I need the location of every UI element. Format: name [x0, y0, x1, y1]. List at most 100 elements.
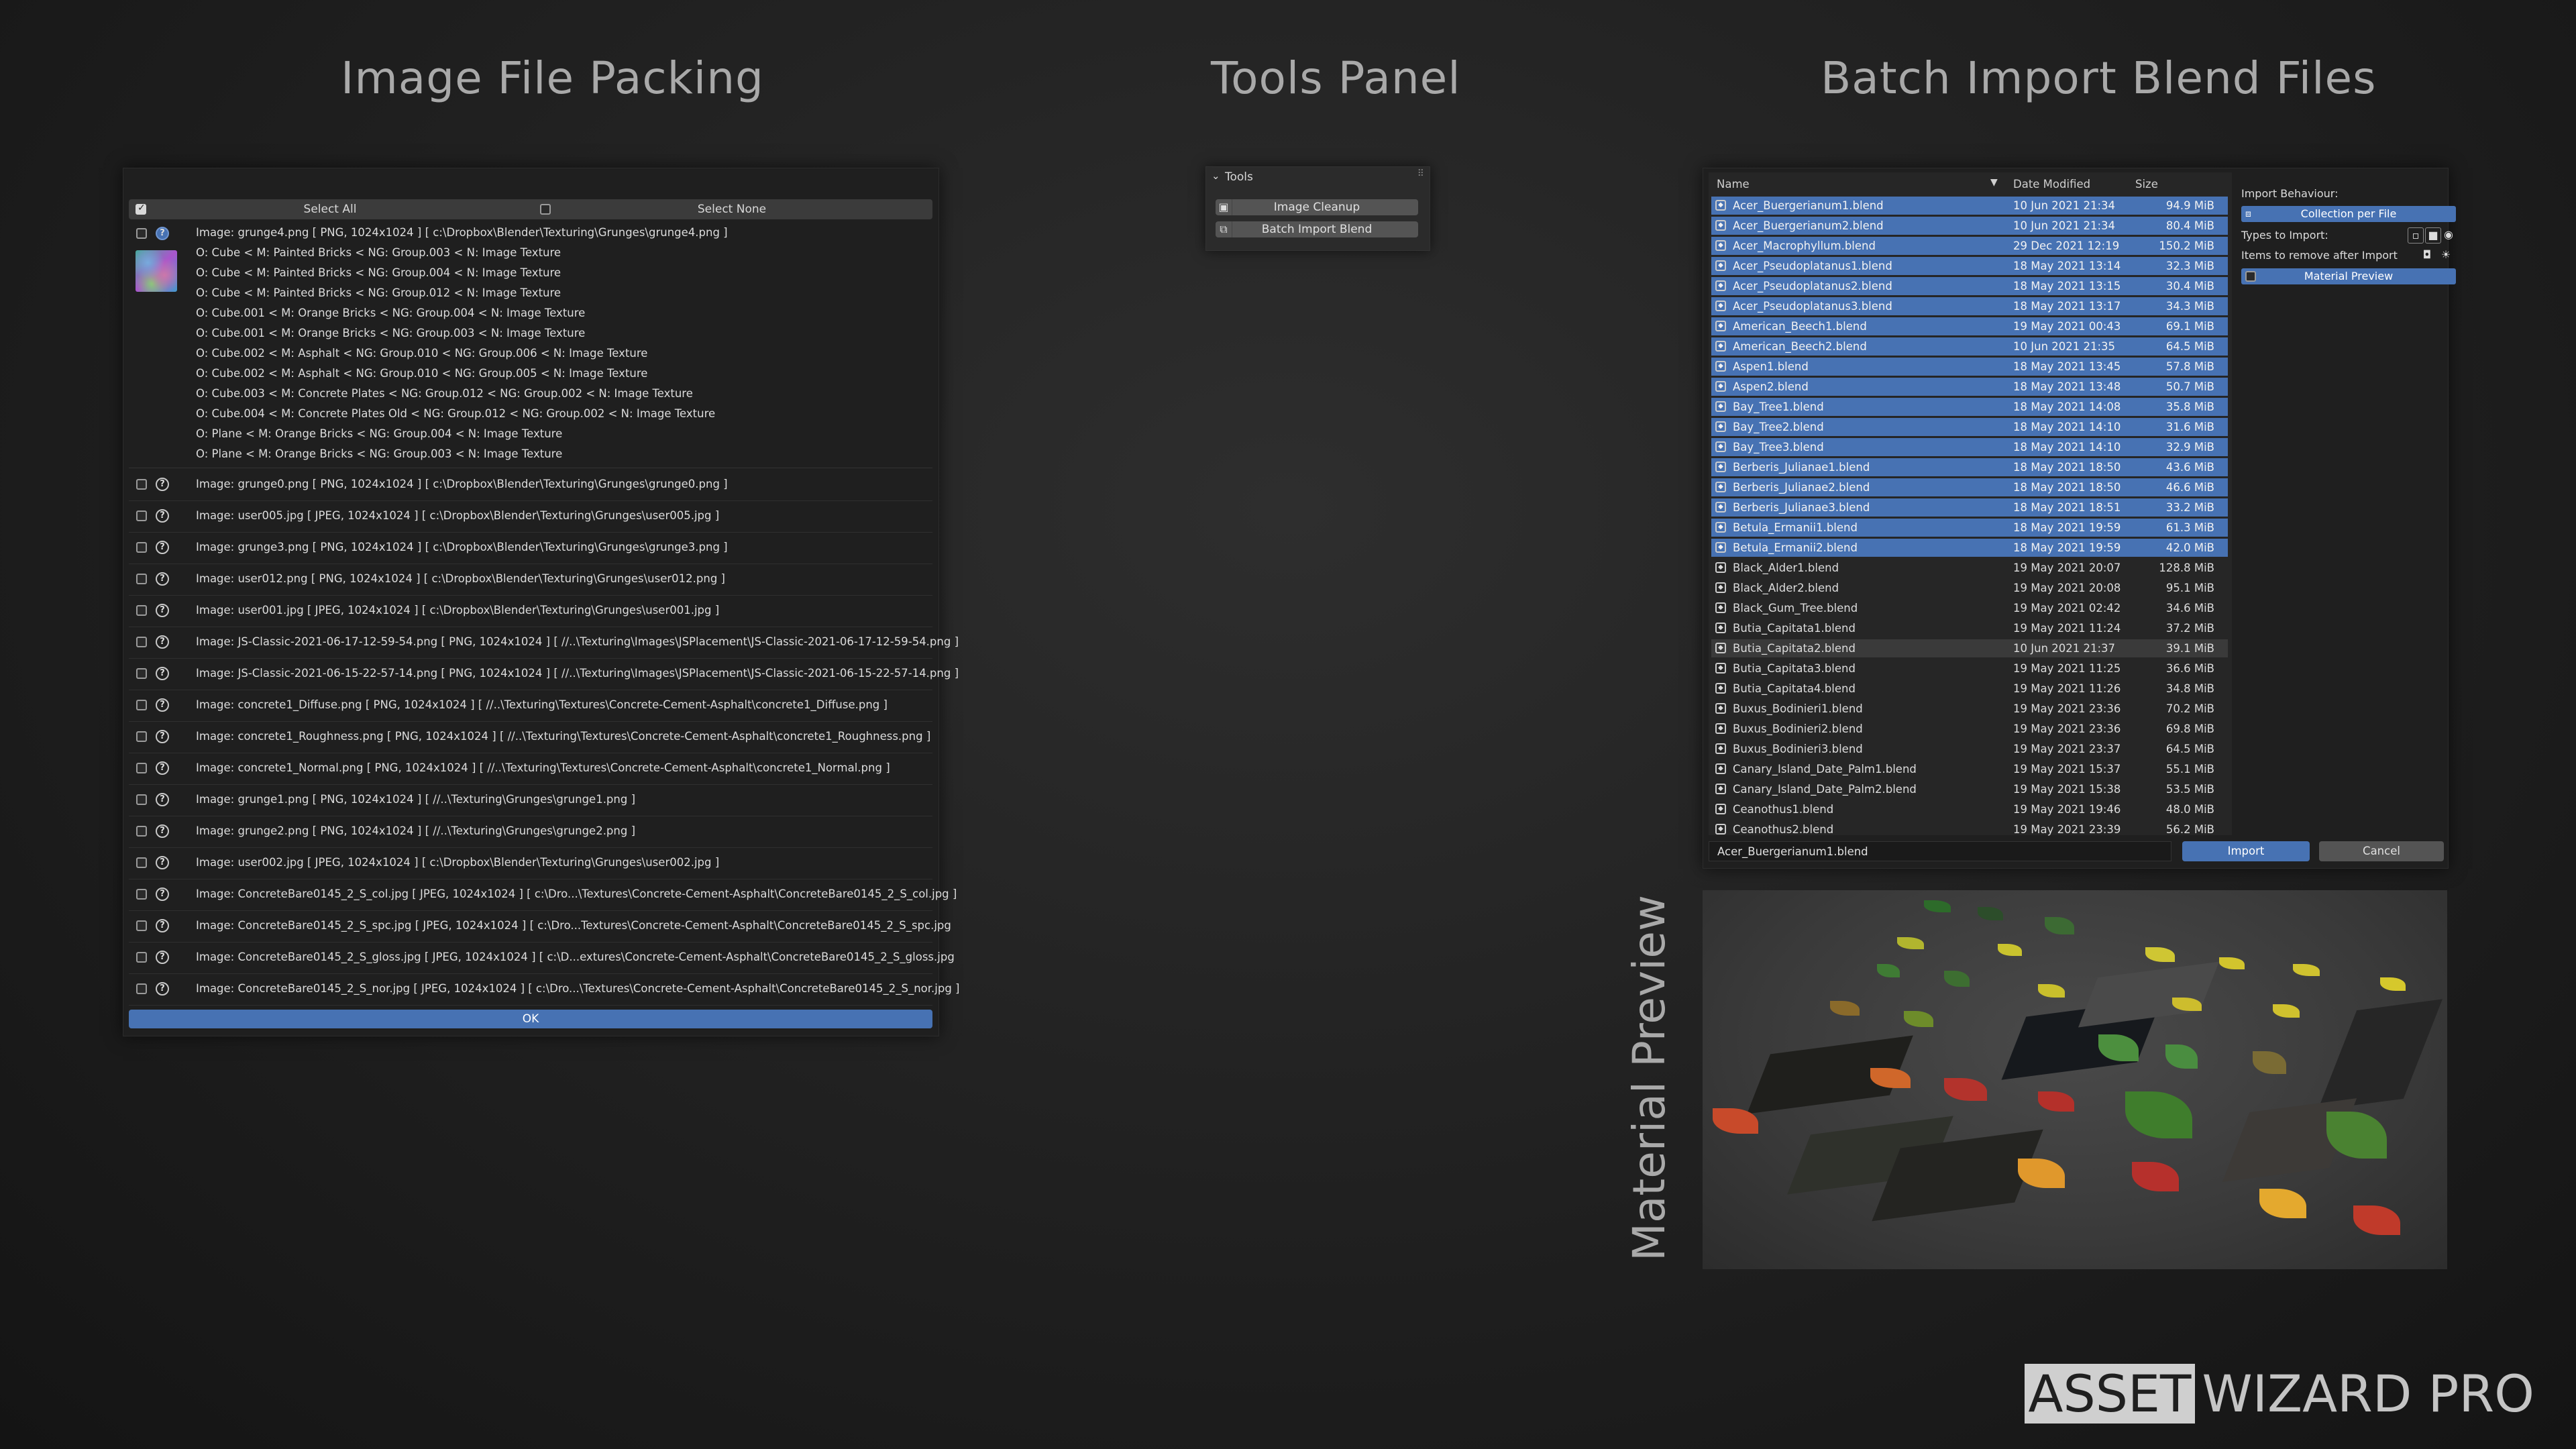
camera-remove-icon[interactable]: ◘	[2420, 248, 2434, 262]
pack-checkbox[interactable]	[136, 668, 147, 679]
file-row[interactable]: ◆ Berberis_Julianae2.blend 18 May 2021 18:…	[1711, 478, 2228, 496]
help-icon[interactable]: ?	[156, 227, 169, 240]
file-date: 18 May 2021 13:45	[2013, 360, 2121, 373]
pack-checkbox[interactable]	[136, 794, 147, 805]
column-header-date[interactable]: Date Modified	[2013, 178, 2090, 191]
sort-descending-icon[interactable]: ▼	[1990, 177, 1998, 188]
file-row[interactable]: ◆ Acer_Macrophyllum.blend 29 Dec 2021 12:1…	[1711, 237, 2228, 255]
pack-checkbox[interactable]	[136, 857, 147, 868]
batch-import-blend-button[interactable]: ⧉ Batch Import Blend	[1216, 221, 1418, 237]
file-row[interactable]: ◆ Acer_Buergerianum2.blend 10 Jun 2021 21:…	[1711, 217, 2228, 235]
file-row[interactable]: ◆ Bay_Tree2.blend 18 May 2021 14:10 31.6 Mi…	[1711, 418, 2228, 436]
help-icon[interactable]: ?	[156, 951, 169, 964]
pack-checkbox[interactable]	[136, 637, 147, 647]
file-row[interactable]: ◆ Bay_Tree3.blend 18 May 2021 14:10 32.9 Mi…	[1711, 438, 2228, 456]
file-row[interactable]: ◆ Aspen1.blend 18 May 2021 13:45 57.8 MiB	[1711, 358, 2228, 376]
file-row[interactable]: ◆ Butia_Capitata2.blend 10 Jun 2021 21:37 3…	[1711, 639, 2228, 657]
file-row[interactable]: ◆ Ceanothus2.blend 19 May 2021 23:39 56.2 M…	[1711, 820, 2228, 839]
help-icon[interactable]: ?	[156, 509, 169, 523]
pack-checkbox[interactable]	[136, 763, 147, 773]
help-icon[interactable]: ?	[156, 478, 169, 491]
file-row[interactable]: ◆ Berberis_Julianae3.blend 18 May 2021 18:…	[1711, 498, 2228, 517]
help-icon[interactable]: ?	[156, 824, 169, 838]
pack-checkbox[interactable]	[136, 479, 147, 490]
material-type-icon[interactable]: ◉	[2441, 227, 2456, 242]
material-preview-toggle[interactable]: Material Preview	[2241, 268, 2456, 284]
cancel-button[interactable]: Cancel	[2319, 841, 2444, 861]
file-row[interactable]: ◆ Ceanothus1.blend 19 May 2021 19:46 48.0 M…	[1711, 800, 2228, 818]
file-name: Betula_Ermanii2.blend	[1733, 541, 1858, 554]
file-row[interactable]: ◆ Acer_Pseudoplatanus2.blend 18 May 2021 1…	[1711, 277, 2228, 295]
pack-checkbox[interactable]	[136, 542, 147, 553]
file-date: 10 Jun 2021 21:37	[2013, 642, 2116, 655]
filename-input[interactable]: Acer_Buergerianum1.blend	[1709, 841, 2171, 861]
file-row[interactable]: ◆ Butia_Capitata3.blend 19 May 2021 11:25 3…	[1711, 659, 2228, 678]
file-date: 19 May 2021 15:37	[2013, 763, 2121, 775]
mesh-type-icon[interactable]: ■	[2425, 227, 2441, 244]
file-row[interactable]: ◆ Butia_Capitata1.blend 19 May 2021 11:24 3…	[1711, 619, 2228, 637]
file-row[interactable]: ◆ Berberis_Julianae1.blend 18 May 2021 18:…	[1711, 458, 2228, 476]
help-icon[interactable]: ?	[156, 982, 169, 996]
help-icon[interactable]: ?	[156, 667, 169, 680]
file-row[interactable]: ◆ American_Beech1.blend 19 May 2021 00:43 6…	[1711, 317, 2228, 335]
help-icon[interactable]: ?	[156, 888, 169, 901]
file-row[interactable]: ◆ Acer_Pseudoplatanus3.blend 18 May 2021 1…	[1711, 297, 2228, 315]
pack-checkbox[interactable]	[136, 605, 147, 616]
help-icon[interactable]: ?	[156, 761, 169, 775]
tools-panel-header[interactable]: ⌄ Tools ⠿	[1206, 167, 1430, 187]
ok-button[interactable]: OK	[129, 1010, 932, 1028]
file-row[interactable]: ◆ Black_Gum_Tree.blend 19 May 2021 02:42 34…	[1711, 599, 2228, 617]
pack-checkbox[interactable]	[136, 731, 147, 742]
pack-checkbox[interactable]	[136, 826, 147, 837]
file-row[interactable]: ◆ Butia_Capitata4.blend 19 May 2021 11:26 3…	[1711, 680, 2228, 698]
help-icon[interactable]: ?	[156, 541, 169, 554]
light-remove-icon[interactable]: ☀	[2438, 248, 2453, 262]
file-row[interactable]: ◆ American_Beech2.blend 10 Jun 2021 21:35 6…	[1711, 337, 2228, 356]
file-row[interactable]: ◆ Buxus_Bodinieri1.blend 19 May 2021 23:36…	[1711, 700, 2228, 718]
file-row[interactable]: ◆ Bay_Tree1.blend 18 May 2021 14:08 35.8 Mi…	[1711, 398, 2228, 416]
pack-checkbox[interactable]	[136, 920, 147, 931]
image-cleanup-button[interactable]: ▣ Image Cleanup	[1216, 199, 1418, 215]
leaf	[2145, 947, 2175, 962]
pack-checkbox[interactable]	[136, 700, 147, 710]
import-button[interactable]: Import	[2182, 841, 2310, 861]
file-row[interactable]: ◆ Buxus_Bodinieri3.blend 19 May 2021 23:37…	[1711, 740, 2228, 758]
pack-checkbox[interactable]	[136, 511, 147, 521]
help-icon[interactable]: ?	[156, 793, 169, 806]
object-type-icon[interactable]: ▫	[2408, 227, 2424, 244]
help-icon[interactable]: ?	[156, 919, 169, 932]
material-preview-checkbox[interactable]	[2245, 271, 2256, 282]
image-info: Image: user002.jpg [ JPEG, 1024x1024 ] […	[196, 856, 720, 869]
file-row[interactable]: ◆ Buxus_Bodinieri2.blend 19 May 2021 23:36…	[1711, 720, 2228, 738]
file-row[interactable]: ◆ Betula_Ermanii2.blend 18 May 2021 19:59 4…	[1711, 539, 2228, 557]
pack-checkbox[interactable]	[136, 889, 147, 900]
file-row[interactable]: ◆ Acer_Buergerianum1.blend 10 Jun 2021 21:…	[1711, 197, 2228, 215]
pack-checkbox[interactable]	[136, 228, 147, 239]
pack-checkbox[interactable]	[136, 983, 147, 994]
help-icon[interactable]: ?	[156, 698, 169, 712]
file-date: 19 May 2021 11:25	[2013, 662, 2121, 675]
material-tile	[2318, 999, 2443, 1110]
file-row[interactable]: ◆ Aspen2.blend 18 May 2021 13:48 50.7 MiB	[1711, 378, 2228, 396]
file-row[interactable]: ◆ Black_Alder1.blend 19 May 2021 20:07 128.…	[1711, 559, 2228, 577]
column-header-size[interactable]: Size	[2135, 178, 2158, 191]
pack-checkbox[interactable]	[136, 952, 147, 963]
file-row[interactable]: ◆ Canary_Island_Date_Palm2.blend 19 May 20…	[1711, 780, 2228, 798]
help-icon[interactable]: ?	[156, 572, 169, 586]
pack-checkbox[interactable]	[136, 574, 147, 584]
drag-handle-icon[interactable]: ⠿	[1417, 168, 1424, 179]
import-behaviour-dropdown[interactable]: ⧈ Collection per File	[2241, 206, 2456, 222]
help-icon[interactable]: ?	[156, 730, 169, 743]
help-icon[interactable]: ?	[156, 635, 169, 649]
file-row[interactable]: ◆ Betula_Ermanii1.blend 18 May 2021 19:59 6…	[1711, 519, 2228, 537]
file-date: 19 May 2021 23:36	[2013, 722, 2121, 735]
column-header-name[interactable]: Name	[1717, 178, 1750, 191]
file-row[interactable]: ◆ Canary_Island_Date_Palm1.blend 19 May 20…	[1711, 760, 2228, 778]
help-icon[interactable]: ?	[156, 604, 169, 617]
file-row[interactable]: ◆ Black_Alder2.blend 19 May 2021 20:08 95.1…	[1711, 579, 2228, 597]
file-row[interactable]: ◆ Acer_Pseudoplatanus1.blend 18 May 2021 1…	[1711, 257, 2228, 275]
help-icon[interactable]: ?	[156, 856, 169, 869]
select-all-button[interactable]: Select All	[129, 199, 531, 219]
file-date: 18 May 2021 13:14	[2013, 260, 2121, 272]
select-none-button[interactable]: Select None	[531, 199, 932, 219]
